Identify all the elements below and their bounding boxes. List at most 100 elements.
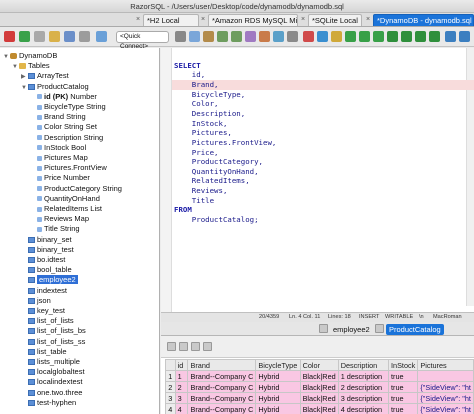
- tree-item[interactable]: id (PK) Number: [30, 92, 97, 102]
- settings-icon[interactable]: [287, 31, 298, 42]
- tree-item[interactable]: Pictures Map: [30, 153, 88, 163]
- close-icon[interactable]: ×: [299, 15, 307, 24]
- tree-item[interactable]: localglobaltest: [21, 367, 85, 377]
- column-header[interactable]: Pictures: [417, 359, 474, 371]
- tree-item[interactable]: list_of_lists_bs: [21, 326, 86, 336]
- redo-icon[interactable]: [231, 31, 242, 42]
- undo-icon[interactable]: [217, 31, 228, 42]
- tree-item[interactable]: key_test: [21, 306, 65, 316]
- execute-icon[interactable]: [345, 31, 356, 42]
- close-icon[interactable]: ×: [134, 15, 142, 24]
- table-cell[interactable]: true: [387, 392, 419, 404]
- tree-item[interactable]: Price Number: [30, 173, 90, 183]
- tree-item[interactable]: list_table: [21, 347, 67, 357]
- format-sql-icon[interactable]: [245, 31, 256, 42]
- table-cell[interactable]: [417, 370, 474, 382]
- tree-item[interactable]: employee2: [21, 275, 78, 285]
- chevron-down-icon[interactable]: ▼: [21, 83, 28, 93]
- column-header[interactable]: id: [174, 359, 189, 371]
- table-cell[interactable]: 2: [174, 381, 189, 393]
- tree-item[interactable]: one.two.three: [21, 388, 82, 398]
- tree-item[interactable]: binary_set: [21, 235, 72, 245]
- table-cell[interactable]: 4 description: [337, 403, 389, 414]
- export-icon[interactable]: [179, 342, 188, 351]
- tree-item[interactable]: BicycleType String: [30, 102, 106, 112]
- execute-all-icon[interactable]: [359, 31, 370, 42]
- paste-icon[interactable]: [203, 31, 214, 42]
- column-header[interactable]: Description: [337, 359, 389, 371]
- chevron-down-icon[interactable]: ▼: [3, 52, 10, 62]
- tree-item[interactable]: json: [21, 296, 51, 306]
- arrow-up-icon[interactable]: [415, 31, 426, 42]
- nav-back-icon[interactable]: [445, 31, 456, 42]
- refresh-icon[interactable]: [167, 342, 176, 351]
- table-cell[interactable]: 3 description: [337, 392, 389, 404]
- column-header[interactable]: Brand: [187, 359, 257, 371]
- tree-item[interactable]: test-hyphen: [21, 398, 76, 408]
- stop-icon[interactable]: [303, 31, 314, 42]
- edit-icon[interactable]: [203, 342, 212, 351]
- tab-close-icon[interactable]: [375, 324, 384, 333]
- tree-item[interactable]: RelatedItems List: [30, 204, 102, 214]
- arrow-down-icon[interactable]: [429, 31, 440, 42]
- tree-item[interactable]: binary_test: [21, 245, 74, 255]
- table-cell[interactable]: Black|Red: [299, 370, 339, 382]
- table-cell[interactable]: true: [387, 381, 419, 393]
- table-cell[interactable]: Brand--Company C: [187, 381, 257, 393]
- table-cell[interactable]: 1 description: [337, 370, 389, 382]
- table-cell[interactable]: Black|Red: [299, 392, 339, 404]
- table-cell[interactable]: Hybrid: [255, 381, 301, 393]
- table-cell[interactable]: Black|Red: [299, 403, 339, 414]
- table-cell[interactable]: true: [387, 403, 419, 414]
- table-cell[interactable]: 4: [174, 403, 189, 414]
- result-tab-productcatalog[interactable]: ProductCatalog: [386, 324, 444, 335]
- tree-item[interactable]: list_of_lists: [21, 316, 74, 326]
- tab-dynamodb[interactable]: *DynamoDB - dynamodb.sql: [373, 14, 474, 26]
- save-icon[interactable]: [64, 31, 75, 42]
- tree-item[interactable]: lists_multiple: [21, 357, 80, 367]
- commit-icon[interactable]: [331, 31, 342, 42]
- tab-close-icon[interactable]: [319, 324, 328, 333]
- table-cell[interactable]: Brand--Company C: [187, 370, 257, 382]
- explain-icon[interactable]: [317, 31, 328, 42]
- chevron-down-icon[interactable]: ▼: [12, 62, 19, 72]
- table-cell[interactable]: 1: [174, 370, 189, 382]
- cut-icon[interactable]: [175, 31, 186, 42]
- tree-item[interactable]: indextest: [21, 286, 67, 296]
- arrow-left-icon[interactable]: [387, 31, 398, 42]
- table-cell[interactable]: 2 description: [337, 381, 389, 393]
- tree-item[interactable]: Reviews Map: [30, 214, 89, 224]
- table-row[interactable]: 1 1 Brand--Company C Hybrid Black|Red 1 descr…: [165, 370, 474, 382]
- tab-amazon-rds[interactable]: *Amazon RDS MySQL Micro: [208, 14, 298, 26]
- table-row[interactable]: 4 4 Brand--Company C Hybrid Black|Red 4 descr…: [165, 403, 474, 414]
- copy-icon[interactable]: [189, 31, 200, 42]
- new-file-icon[interactable]: [34, 31, 45, 42]
- tab-h2-local[interactable]: *H2 Local: [143, 14, 199, 26]
- tree-item[interactable]: QuantityOnHand: [30, 194, 100, 204]
- tree-item[interactable]: Title String: [30, 224, 80, 234]
- close-icon[interactable]: ×: [199, 15, 207, 24]
- open-folder-icon[interactable]: [49, 31, 60, 42]
- tree-item[interactable]: Pictures.FrontView: [30, 163, 107, 173]
- execute-script-icon[interactable]: [373, 31, 384, 42]
- table-row[interactable]: 2 2 Brand--Company C Hybrid Black|Red 2 descr…: [165, 381, 474, 393]
- tree-item[interactable]: localindextest: [21, 377, 82, 387]
- table-cell[interactable]: 3: [174, 392, 189, 404]
- nav-forward-icon[interactable]: [459, 31, 470, 42]
- disconnect-icon[interactable]: [4, 31, 15, 42]
- table-cell[interactable]: Hybrid: [255, 370, 301, 382]
- tree-item[interactable]: Description String: [30, 133, 103, 143]
- tree-item[interactable]: Brand String: [30, 112, 86, 122]
- column-header[interactable]: BicycleType: [255, 359, 301, 371]
- table-cell[interactable]: Hybrid: [255, 392, 301, 404]
- result-tab-employee2[interactable]: employee2: [330, 324, 373, 335]
- table-cell[interactable]: Hybrid: [255, 403, 301, 414]
- tree-item[interactable]: ▶ ArrayTest: [21, 71, 69, 81]
- find-replace-icon[interactable]: [273, 31, 284, 42]
- table-cell[interactable]: Black|Red: [299, 381, 339, 393]
- sql-editor[interactable]: SELECT id, Brand, BicycleType, Color, De…: [161, 48, 474, 316]
- find-icon[interactable]: [259, 31, 270, 42]
- arrow-right-icon[interactable]: [401, 31, 412, 42]
- column-header[interactable]: Color: [299, 359, 339, 371]
- quick-connect-select[interactable]: <Quick Connect>: [116, 31, 169, 50]
